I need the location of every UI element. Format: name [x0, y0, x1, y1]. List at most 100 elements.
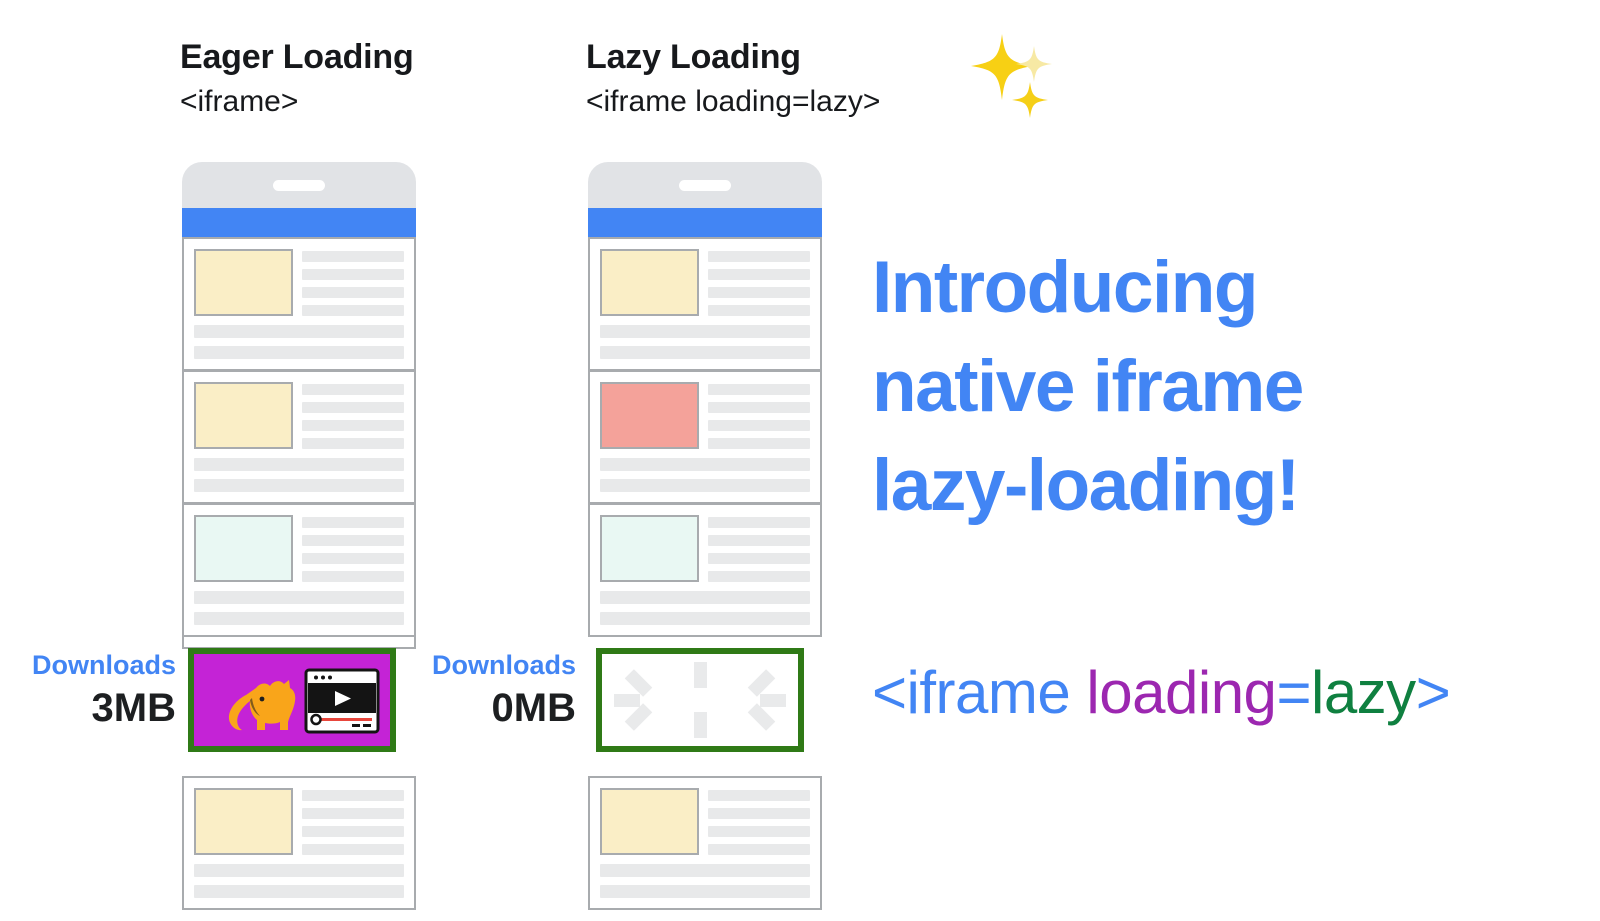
- text-placeholder-line: [302, 826, 404, 837]
- text-placeholder-line: [708, 420, 810, 431]
- headline-line-1: Introducing: [872, 247, 1258, 328]
- text-placeholder-line: [708, 251, 810, 262]
- article-thumbnail: [194, 249, 293, 316]
- text-placeholder-line: [302, 438, 404, 449]
- text-placeholder-line: [600, 325, 810, 338]
- text-placeholder-line: [194, 325, 404, 338]
- text-placeholder-line: [600, 346, 810, 359]
- iframe-placeholder-lazy[interactable]: [596, 648, 804, 752]
- text-placeholder-line: [708, 571, 810, 582]
- text-placeholder-line: [302, 808, 404, 819]
- text-placeholder-line: [708, 305, 810, 316]
- text-placeholder-line: [302, 269, 404, 280]
- text-placeholder-line: [194, 885, 404, 898]
- article-card-wrap: [580, 503, 830, 648]
- downloads-value: 3MB: [91, 686, 176, 730]
- column-heading-lazy: Lazy Loading <iframe loading=lazy>: [586, 36, 880, 122]
- text-placeholder-line: [302, 790, 404, 801]
- article-card-wrap: [174, 776, 424, 921]
- sparkles-icon: [960, 24, 1056, 120]
- text-placeholder-line: [600, 612, 810, 625]
- code-value: lazy: [1310, 659, 1416, 726]
- text-placeholder-line: [302, 384, 404, 395]
- article-card-wrap: [174, 503, 424, 648]
- article-card[interactable]: [182, 237, 416, 371]
- text-placeholder-line: [194, 458, 404, 471]
- text-placeholder-line: [600, 864, 810, 877]
- text-placeholder-line: [600, 591, 810, 604]
- text-placeholder-line: [302, 402, 404, 413]
- text-placeholder-line: [708, 287, 810, 298]
- text-placeholder-line: [708, 808, 810, 819]
- headline-line-2: native iframe: [872, 346, 1304, 427]
- text-placeholder-line: [708, 269, 810, 280]
- text-placeholder-line: [194, 346, 404, 359]
- article-thumbnail: [600, 382, 699, 449]
- text-placeholder-line: [302, 571, 404, 582]
- column-subtitle-eager: <iframe>: [180, 85, 299, 118]
- text-placeholder-line: [708, 517, 810, 528]
- article-thumbnail: [600, 788, 699, 855]
- column-subtitle-lazy: <iframe loading=lazy>: [586, 85, 881, 118]
- article-card[interactable]: [588, 776, 822, 910]
- article-card[interactable]: [182, 776, 416, 910]
- text-placeholder-line: [708, 844, 810, 855]
- text-placeholder-line: [708, 790, 810, 801]
- code-equals: =: [1276, 659, 1311, 726]
- article-thumbnail: [600, 249, 699, 316]
- text-placeholder-line: [194, 591, 404, 604]
- downloads-label: Downloads: [31, 650, 176, 680]
- column-title-eager: Eager Loading: [180, 38, 414, 76]
- dog-video-thumbnail-icon: [194, 654, 390, 746]
- article-card[interactable]: [588, 503, 822, 637]
- article-card[interactable]: [182, 503, 416, 637]
- iframe-loaded-eager[interactable]: [188, 648, 396, 752]
- article-thumbnail: [600, 515, 699, 582]
- illustration-canvas: Eager Loading <iframe> Lazy Loading <ifr…: [0, 0, 1600, 919]
- article-thumbnail: [194, 788, 293, 855]
- article-thumbnail: [194, 515, 293, 582]
- article-card[interactable]: [588, 370, 822, 504]
- headline-line-3: lazy-loading!: [872, 445, 1300, 526]
- downloads-value: 0MB: [491, 686, 576, 730]
- article-list-lazy-top: [580, 237, 830, 382]
- text-placeholder-line: [194, 612, 404, 625]
- page-headline: Introducing native iframe lazy-loading!: [872, 238, 1472, 535]
- code-attribute: loading: [1070, 659, 1277, 726]
- text-placeholder-line: [302, 535, 404, 546]
- text-placeholder-line: [302, 251, 404, 262]
- column-title-lazy: Lazy Loading: [586, 38, 801, 76]
- text-placeholder-line: [708, 402, 810, 413]
- text-placeholder-line: [708, 535, 810, 546]
- text-placeholder-line: [708, 438, 810, 449]
- text-placeholder-line: [600, 458, 810, 471]
- phone-speaker: [679, 180, 731, 191]
- text-placeholder-line: [708, 553, 810, 564]
- article-list-lazy: [580, 370, 830, 515]
- text-placeholder-line: [600, 479, 810, 492]
- loading-spinner-icon: [602, 654, 798, 746]
- text-placeholder-line: [194, 479, 404, 492]
- text-placeholder-line: [194, 864, 404, 877]
- text-placeholder-line: [302, 517, 404, 528]
- code-snippet: <iframe loading=lazy>: [872, 645, 1451, 741]
- text-placeholder-line: [302, 844, 404, 855]
- article-thumbnail: [194, 382, 293, 449]
- text-placeholder-line: [302, 287, 404, 298]
- article-card[interactable]: [588, 237, 822, 371]
- downloads-label: Downloads: [431, 650, 576, 680]
- phone-speaker: [273, 180, 325, 191]
- text-placeholder-line: [708, 826, 810, 837]
- text-placeholder-line: [600, 885, 810, 898]
- text-placeholder-line: [302, 553, 404, 564]
- downloads-stat-lazy: Downloads 0MB: [404, 648, 576, 732]
- text-placeholder-line: [708, 384, 810, 395]
- article-list-eager-top: [174, 237, 424, 382]
- column-heading-eager: Eager Loading <iframe>: [180, 36, 414, 122]
- code-tag-open: <iframe: [872, 659, 1071, 726]
- article-card[interactable]: [182, 370, 416, 504]
- downloads-stat-eager: Downloads 3MB: [0, 648, 176, 732]
- text-placeholder-line: [302, 420, 404, 431]
- text-placeholder-line: [302, 305, 404, 316]
- article-card-wrap: [580, 776, 830, 921]
